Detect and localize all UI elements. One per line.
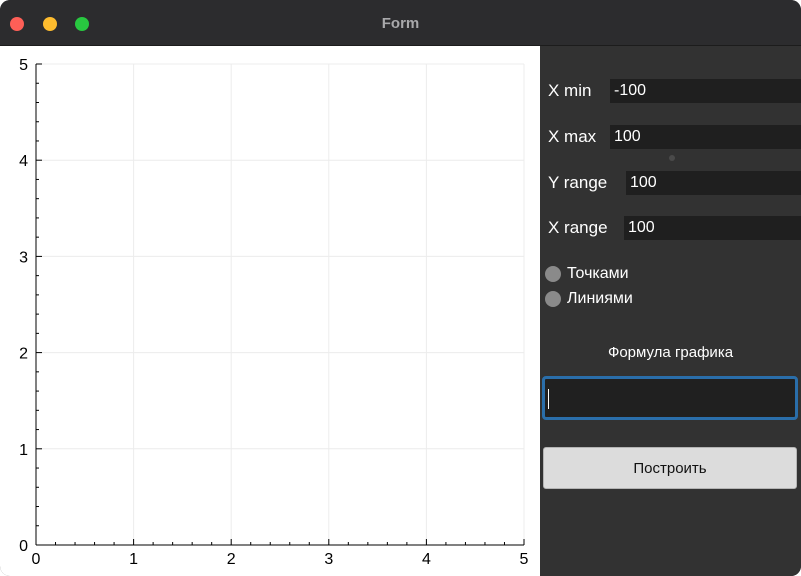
x-max-input[interactable] bbox=[610, 125, 801, 149]
x-max-label: X max bbox=[548, 127, 597, 146]
radio-lines-label: Линиями bbox=[567, 290, 633, 307]
x-min-input[interactable] bbox=[610, 79, 801, 103]
radio-points-label: Точками bbox=[567, 265, 629, 282]
x-range-input[interactable] bbox=[624, 216, 801, 240]
control-panel: X min X max Y range X range Точками Лини… bbox=[540, 46, 801, 576]
y-tick-label: 2 bbox=[19, 346, 28, 363]
x-min-row: X min bbox=[548, 79, 591, 103]
x-tick-label: 5 bbox=[520, 551, 529, 568]
x-tick-label: 3 bbox=[324, 551, 333, 568]
indicator-dot bbox=[669, 155, 675, 161]
x-tick-label: 4 bbox=[422, 551, 431, 568]
title-bar: Form bbox=[0, 0, 801, 46]
y-range-label: Y range bbox=[548, 173, 608, 192]
plot-area: 0 1 2 3 4 5 0 1 2 3 4 5 bbox=[0, 46, 540, 576]
chart-canvas: 0 1 2 3 4 5 0 1 2 3 4 5 bbox=[19, 57, 529, 568]
y-range-row: Y range bbox=[548, 171, 607, 195]
build-button[interactable]: Построить bbox=[543, 447, 797, 489]
radio-points-indicator[interactable] bbox=[545, 266, 561, 282]
app-window: Form 0 1 2 3 4 5 0 1 2 3 4 5 X min X max Y range X … bbox=[0, 0, 801, 576]
y-tick-label: 3 bbox=[19, 249, 28, 266]
x-range-row: X range bbox=[548, 216, 608, 240]
y-tick-label: 5 bbox=[19, 57, 28, 74]
y-tick-label: 1 bbox=[19, 442, 28, 459]
y-tick-label: 4 bbox=[19, 153, 28, 170]
radio-points[interactable]: Точками bbox=[545, 265, 629, 283]
formula-input[interactable] bbox=[542, 376, 798, 420]
radio-lines[interactable]: Линиями bbox=[545, 290, 633, 308]
x-tick-label: 2 bbox=[227, 551, 236, 568]
radio-lines-indicator[interactable] bbox=[545, 291, 561, 307]
text-caret bbox=[548, 389, 549, 409]
y-tick-label: 0 bbox=[19, 538, 28, 555]
y-range-input[interactable] bbox=[626, 171, 801, 195]
formula-label: Формула графика bbox=[607, 344, 734, 361]
x-tick-label: 0 bbox=[32, 551, 41, 568]
x-range-label: X range bbox=[548, 218, 608, 237]
window-title: Form bbox=[381, 15, 420, 32]
x-tick-label: 1 bbox=[129, 551, 138, 568]
x-max-row: X max bbox=[548, 125, 596, 149]
x-min-label: X min bbox=[548, 81, 592, 100]
